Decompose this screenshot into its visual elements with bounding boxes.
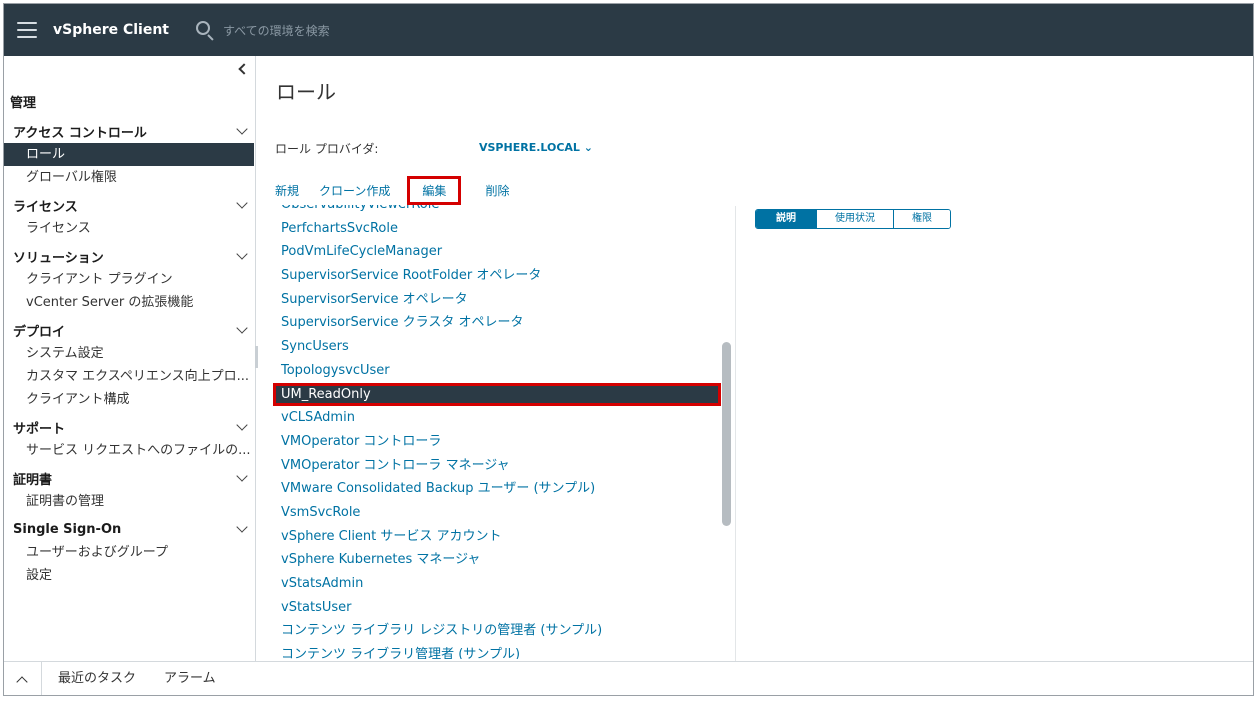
tab-description[interactable]: 説明 bbox=[756, 210, 816, 228]
sidebar-item[interactable]: カスタマ エクスペリエンス向上プロ... bbox=[4, 365, 254, 388]
sidebar-item[interactable]: システム設定 bbox=[4, 342, 254, 365]
role-list-scrollbar[interactable] bbox=[722, 342, 731, 526]
role-row[interactable]: VsmSvcRole bbox=[273, 501, 721, 525]
tab-recent-tasks[interactable]: 最近のタスク bbox=[54, 662, 140, 696]
chevron-down-icon[interactable] bbox=[236, 322, 248, 334]
role-row[interactable]: PodVmLifeCycleManager bbox=[273, 240, 721, 264]
role-row[interactable]: SupervisorService クラスタ オペレータ bbox=[273, 311, 721, 335]
sidebar-group-2[interactable]: ソリューション bbox=[4, 244, 256, 268]
edit-role-button[interactable]: 編集 bbox=[407, 175, 462, 205]
sidebar-item[interactable]: vCenter Server の拡張機能 bbox=[4, 291, 254, 314]
search-input[interactable]: すべての環境を検索 bbox=[223, 22, 330, 39]
collapse-sidebar-icon[interactable] bbox=[235, 62, 249, 76]
role-row[interactable]: vStatsUser bbox=[273, 596, 721, 620]
role-row[interactable]: vCLSAdmin bbox=[273, 406, 721, 430]
detail-tabs: 説明 使用状況 権限 bbox=[755, 209, 951, 229]
sidebar-item[interactable]: クライアント構成 bbox=[4, 388, 254, 411]
role-row[interactable]: SyncUsers bbox=[273, 335, 721, 359]
sidebar-item[interactable]: ライセンス bbox=[4, 217, 254, 240]
app-title[interactable]: vSphere Client bbox=[53, 22, 169, 38]
sidebar-group-label: サポート bbox=[13, 421, 66, 437]
chevron-down-icon[interactable] bbox=[236, 123, 248, 135]
chevron-down-icon[interactable] bbox=[236, 470, 248, 482]
role-row[interactable]: SupervisorService RootFolder オペレータ bbox=[273, 264, 721, 288]
top-header: vSphere Client すべての環境を検索 bbox=[4, 4, 1253, 56]
role-row[interactable]: TopologysvcUser bbox=[273, 359, 721, 383]
role-row[interactable]: コンテンツ ライブラリ管理者 (サンプル) bbox=[273, 643, 721, 659]
role-row[interactable]: vSphere Client サービス アカウント bbox=[273, 525, 721, 549]
global-search[interactable]: すべての環境を検索 bbox=[195, 20, 330, 41]
sidebar-item[interactable]: 証明書の管理 bbox=[4, 490, 254, 513]
role-row[interactable]: vStatsAdmin bbox=[273, 572, 721, 596]
roles-toolbar: 新規 クローン作成 編集 削除 bbox=[275, 175, 529, 205]
sidebar-group-label: Single Sign-On bbox=[13, 521, 122, 537]
sidebar-group-4[interactable]: サポート bbox=[4, 415, 256, 439]
page-title: ロール bbox=[276, 80, 336, 104]
role-row[interactable]: ObservabilityViewerRole bbox=[273, 205, 721, 217]
sidebar-group-label: ライセンス bbox=[13, 199, 78, 215]
tab-alarms[interactable]: アラーム bbox=[160, 662, 220, 696]
role-row-selected[interactable]: UM_ReadOnly bbox=[273, 382, 721, 407]
role-list: ObservabilityViewerRolePerfchartsSvcRole… bbox=[273, 205, 721, 659]
role-row[interactable]: SupervisorService オペレータ bbox=[273, 288, 721, 312]
sidebar-title: 管理 bbox=[10, 96, 37, 111]
tab-privileges[interactable]: 権限 bbox=[893, 210, 950, 228]
search-icon[interactable] bbox=[195, 20, 215, 41]
bottom-bar: 最近のタスク アラーム bbox=[4, 661, 1253, 696]
role-row[interactable]: PerfchartsSvcRole bbox=[273, 217, 721, 241]
new-role-button[interactable]: 新規 bbox=[275, 182, 299, 199]
hamburger-menu-icon[interactable] bbox=[17, 22, 37, 38]
role-row[interactable]: コンテンツ ライブラリ レジストリの管理者 (サンプル) bbox=[273, 619, 721, 643]
chevron-down-icon[interactable] bbox=[236, 248, 248, 260]
role-row[interactable]: VMOperator コントローラ マネージャ bbox=[273, 454, 721, 478]
sidebar-group-label: 証明書 bbox=[13, 472, 53, 488]
sidebar-group-3[interactable]: デプロイ bbox=[4, 318, 256, 342]
sidebar-group-label: アクセス コントロール bbox=[13, 125, 147, 141]
tab-usage[interactable]: 使用状況 bbox=[816, 210, 893, 228]
chevron-down-icon[interactable] bbox=[236, 197, 248, 209]
sidebar-item[interactable]: ロール bbox=[4, 143, 254, 166]
sidebar-item[interactable]: ユーザーおよびグループ bbox=[4, 541, 254, 564]
role-provider-dropdown[interactable]: VSPHERE.LOCAL ⌄ bbox=[479, 141, 593, 154]
app-window: vSphere Client すべての環境を検索 管理 アクセス コントロールロ… bbox=[3, 3, 1254, 696]
main-content: ロール ロール プロバイダ: VSPHERE.LOCAL ⌄ 新規 クローン作成… bbox=[257, 56, 1253, 661]
role-row[interactable]: VMOperator コントローラ bbox=[273, 430, 721, 454]
sidebar-item[interactable]: グローバル権限 bbox=[4, 166, 254, 189]
sidebar-group-1[interactable]: ライセンス bbox=[4, 193, 256, 217]
chevron-down-icon: ⌄ bbox=[583, 141, 594, 154]
sidebar-group-5[interactable]: 証明書 bbox=[4, 466, 256, 490]
role-provider-value: VSPHERE.LOCAL bbox=[479, 141, 580, 154]
sidebar-item[interactable]: クライアント プラグイン bbox=[4, 268, 254, 291]
sidebar-nav: アクセス コントロール ロール グローバル権限 ライセンス ライセンス ソリューション クラ… bbox=[4, 115, 256, 587]
sidebar-item[interactable]: サービス リクエストへのファイルの... bbox=[4, 439, 254, 462]
chevron-down-icon[interactable] bbox=[236, 521, 248, 533]
role-row[interactable]: VMware Consolidated Backup ユーザー (サンプル) bbox=[273, 477, 721, 501]
role-row[interactable]: vSphere Kubernetes マネージャ bbox=[273, 548, 721, 572]
sidebar-item[interactable]: 設定 bbox=[4, 564, 254, 587]
sidebar-group-6[interactable]: Single Sign-On bbox=[4, 517, 256, 541]
sidebar: 管理 アクセス コントロール ロール グローバル権限 ライセンス ライセンス ソリューショ… bbox=[4, 56, 258, 661]
role-provider-label: ロール プロバイダ: bbox=[275, 142, 379, 156]
sidebar-group-label: ソリューション bbox=[13, 250, 104, 266]
sidebar-group-0[interactable]: アクセス コントロール bbox=[4, 119, 256, 143]
chevron-down-icon[interactable] bbox=[236, 419, 248, 431]
pane-divider bbox=[735, 206, 736, 661]
expand-panel-icon[interactable] bbox=[4, 661, 42, 695]
sidebar-group-label: デプロイ bbox=[13, 324, 66, 340]
clone-role-button[interactable]: クローン作成 bbox=[319, 182, 390, 199]
delete-role-button[interactable]: 削除 bbox=[485, 182, 509, 199]
